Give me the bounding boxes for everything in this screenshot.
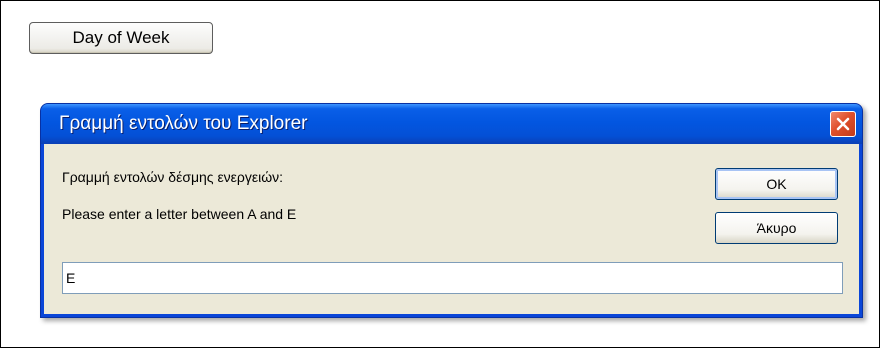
ok-button[interactable]: OK [715,168,838,200]
day-of-week-button[interactable]: Day of Week [29,22,213,54]
dialog-title: Γραμμή εντολών του Explorer [59,113,308,134]
prompt-label: Γραμμή εντολών δέσμης ενεργειών: [62,169,284,185]
dialog-titlebar[interactable]: Γραμμή εντολών του Explorer [41,104,862,144]
dialog-body: Γραμμή εντολών δέσμης ενεργειών: Please … [44,144,859,314]
close-icon [836,117,850,131]
prompt-dialog: Γραμμή εντολών του Explorer Γραμμή εντολ… [40,103,863,318]
prompt-message: Please enter a letter between A and E [62,206,297,222]
cancel-button[interactable]: Άκυρο [715,212,838,244]
answer-input[interactable] [62,262,843,294]
close-button[interactable] [830,111,856,137]
